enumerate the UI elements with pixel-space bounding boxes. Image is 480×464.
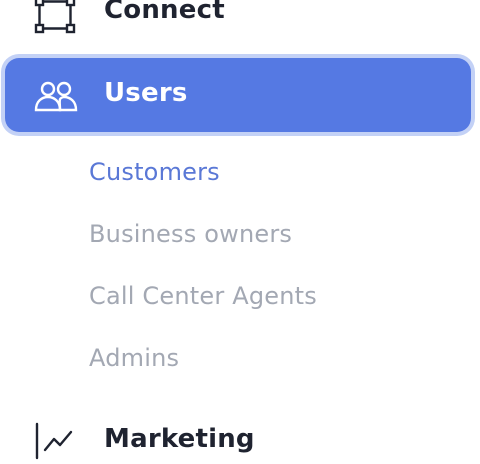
connect-icon xyxy=(34,0,76,38)
submenu-item-customers[interactable]: Customers xyxy=(89,150,317,212)
sidebar-item-connect[interactable]: Connect xyxy=(0,0,480,40)
sidebar-item-label: Connect xyxy=(104,0,225,25)
sidebar-item-users[interactable]: Users xyxy=(5,58,471,132)
trend-line-icon xyxy=(34,422,74,464)
submenu-item-call-center-agents[interactable]: Call Center Agents xyxy=(89,274,317,336)
submenu-item-admins[interactable]: Admins xyxy=(89,336,317,398)
sidebar-item-label: Marketing xyxy=(104,424,255,454)
users-icon xyxy=(34,80,78,116)
users-submenu: Customers Business owners Call Center Ag… xyxy=(89,150,317,398)
sidebar-item-label: Users xyxy=(104,78,188,108)
submenu-item-business-owners[interactable]: Business owners xyxy=(89,212,317,274)
sidebar-item-marketing[interactable]: Marketing xyxy=(0,416,480,460)
